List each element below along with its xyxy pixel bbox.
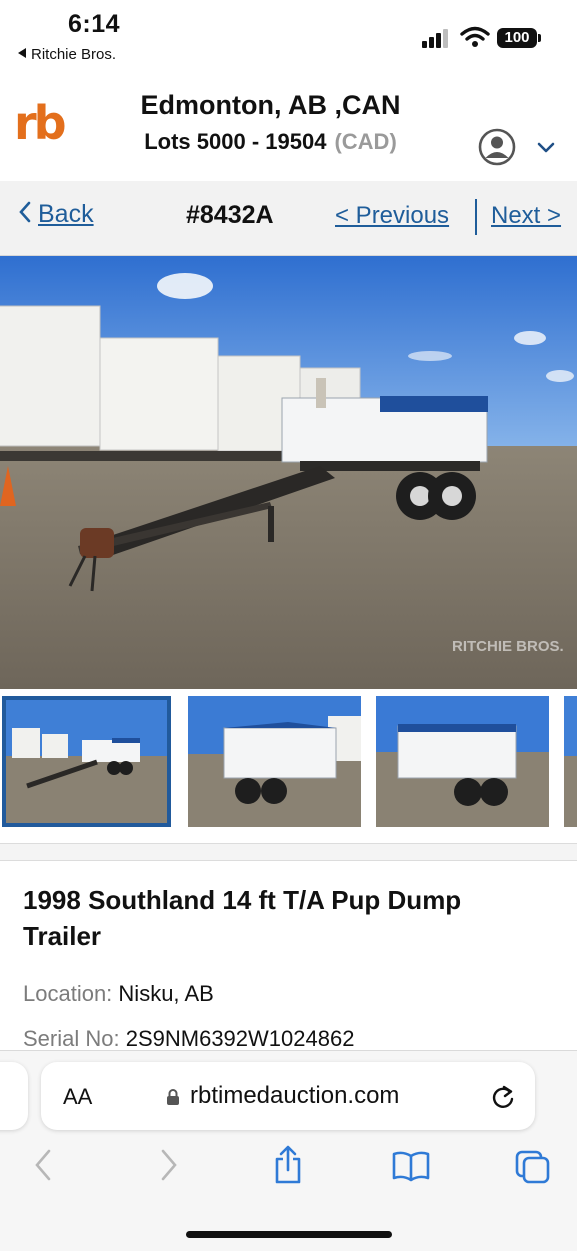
back-link[interactable]: Back [18,200,94,229]
previous-lot-link[interactable]: < Previous [335,202,449,230]
section-divider [0,843,577,861]
status-time: 6:14 [68,10,121,38]
back-app-label: Ritchie Bros. [31,46,117,63]
bookmarks-icon[interactable] [392,1150,430,1182]
location-row: Location: Nisku, AB [23,981,214,1007]
next-lot-link[interactable]: Next > [491,202,561,230]
reader-options-button[interactable]: AA [63,1084,92,1110]
trailer-photo-illustration [0,256,577,689]
share-icon[interactable] [273,1144,303,1186]
location-value: Nisku, AB [118,981,214,1006]
back-triangle-icon [18,48,26,58]
thumbnail-2[interactable] [188,696,361,827]
user-account-icon[interactable] [478,128,516,166]
nav-divider [475,199,477,235]
location-label: Location: [23,981,113,1006]
ritchie-bros-logo[interactable]: rb [14,98,67,148]
battery-tip [538,34,541,42]
listing-title: 1998 Southland 14 ft T/A Pup Dump Traile… [23,885,462,951]
url-text[interactable]: rbtimedauction.com [190,1082,399,1110]
back-to-app-link[interactable]: Ritchie Bros. [18,46,116,63]
main-photo[interactable]: RITCHIE BROS. [0,256,577,689]
cellular-signal-icon [422,28,450,48]
serial-label: Serial No: [23,1026,120,1051]
reload-icon[interactable] [490,1084,516,1110]
serial-value: 2S9NM6392W1024862 [125,1026,355,1051]
lock-icon [167,1089,179,1105]
thumbnail-4[interactable] [564,696,577,827]
thumbnail-1-image [2,696,171,827]
currency-label: (CAD) [334,129,397,154]
battery-icon: 100 [497,28,537,48]
serial-row: Serial No: 2S9NM6392W1024862 [23,1026,354,1052]
tabs-icon[interactable] [515,1150,551,1184]
wifi-icon [460,26,490,47]
auction-location-title: Edmonton, AB ,CAN [140,90,401,120]
photo-watermark: RITCHIE BROS. [452,638,564,655]
aa-label: AA [63,1084,93,1109]
lot-range-text: Lots 5000 - 19504 [144,129,327,154]
thumbnail-3[interactable] [376,696,549,827]
chevron-left-icon [19,201,31,223]
back-link-label: Back [38,200,94,228]
chevron-down-icon[interactable] [537,142,555,154]
thumbnail-4-image [564,696,577,827]
thumbnail-2-image [188,696,361,827]
thumbnail-3-image [376,696,549,827]
home-indicator[interactable] [186,1231,392,1238]
thumbnail-1[interactable] [2,696,171,827]
lot-range: Lots 5000 - 19504 (CAD) [118,129,423,155]
back-arrow-icon[interactable] [34,1148,52,1182]
forward-arrow-icon[interactable] [160,1148,178,1182]
lot-number: #8432A [186,201,274,229]
previous-tab-peek[interactable] [0,1062,28,1130]
